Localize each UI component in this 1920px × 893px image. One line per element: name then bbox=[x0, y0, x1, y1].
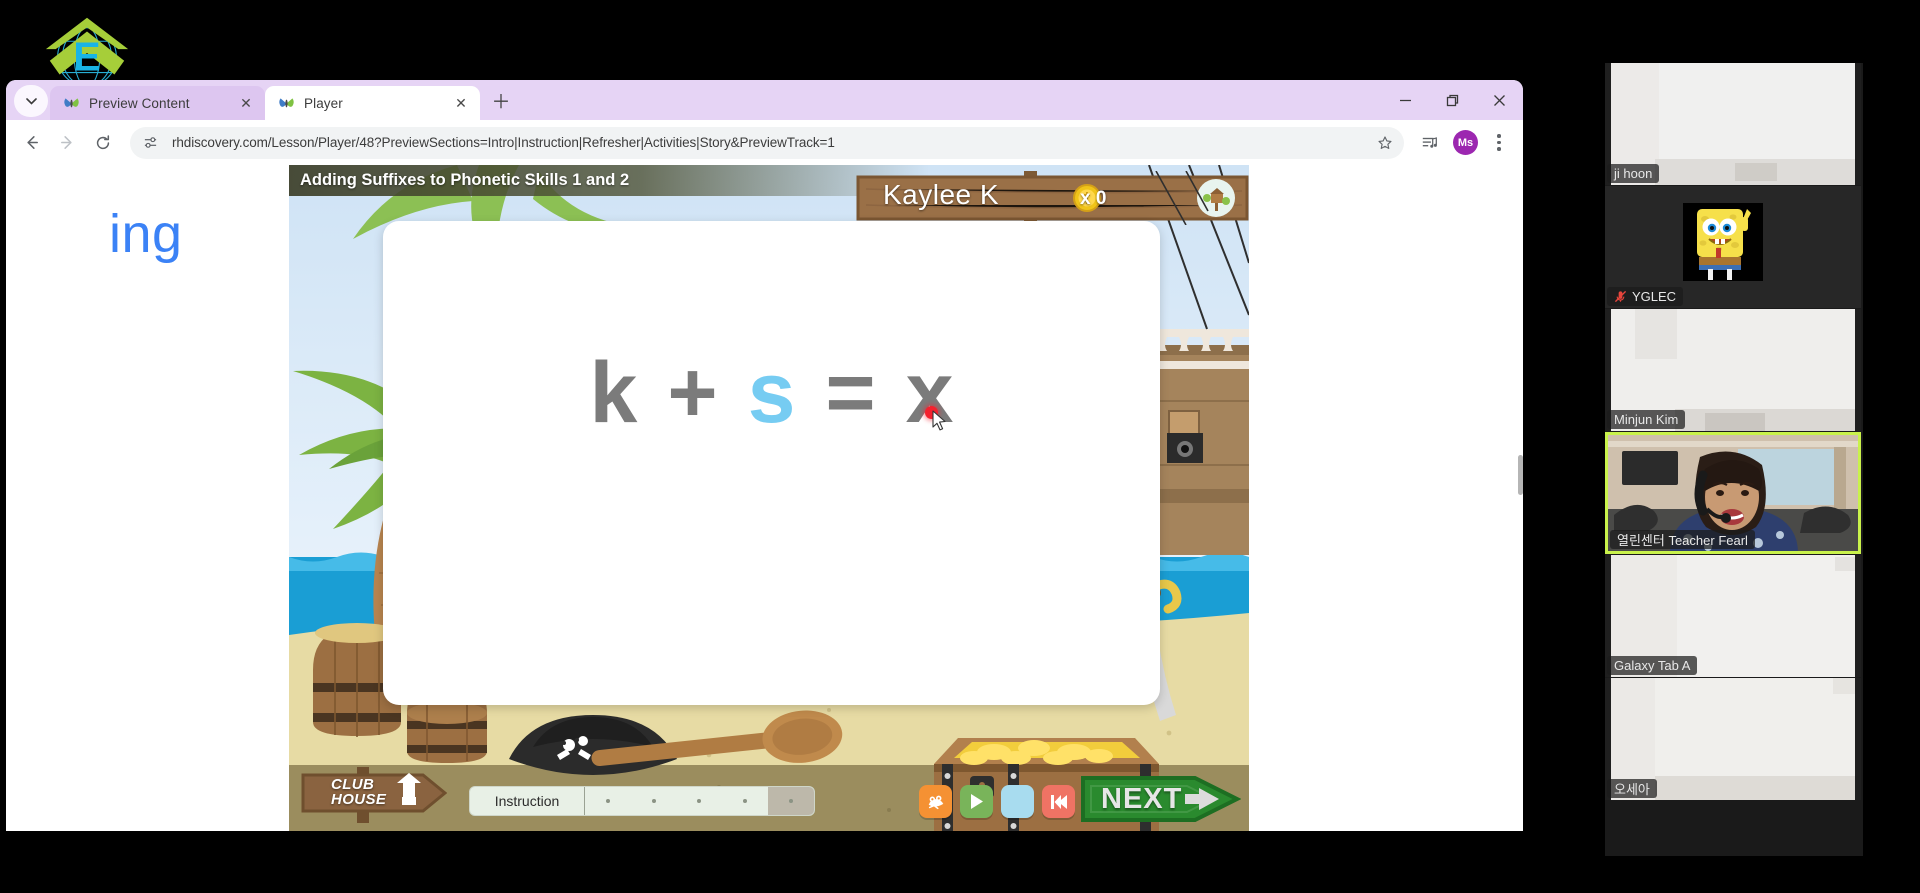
browser-window: Preview Content ✕ Player ✕ ＋ rhdiscovery… bbox=[6, 80, 1523, 831]
frog-mascot-icon bbox=[928, 795, 943, 809]
next-button[interactable]: NEXT bbox=[1081, 772, 1241, 826]
participant-name-bar: ji hoon bbox=[1607, 164, 1660, 183]
equation-equals-sign: = bbox=[825, 345, 876, 441]
blank-button[interactable] bbox=[1001, 785, 1034, 818]
participant-tile[interactable]: YGLEC bbox=[1605, 186, 1861, 308]
progress-step bbox=[677, 799, 723, 803]
tab-preview-content[interactable]: Preview Content ✕ bbox=[50, 86, 265, 120]
media-control-icon[interactable] bbox=[1414, 127, 1446, 159]
new-tab-icon[interactable]: ＋ bbox=[486, 87, 516, 117]
equation-plus-sign: + bbox=[667, 345, 718, 441]
page-scrollbar[interactable] bbox=[1518, 455, 1523, 495]
restore-icon[interactable] bbox=[1429, 80, 1476, 120]
progress-step bbox=[585, 799, 631, 803]
coin-count: x 0 bbox=[1080, 188, 1107, 209]
tab-search-chevron-icon[interactable] bbox=[14, 85, 48, 117]
progress-track bbox=[585, 787, 814, 815]
equation-row: k + s = x bbox=[383, 221, 1160, 705]
right-pane bbox=[1249, 165, 1523, 831]
browser-toolbar: rhdiscovery.com/Lesson/Player/48?Preview… bbox=[6, 120, 1523, 165]
play-icon bbox=[970, 794, 983, 809]
participant-tile[interactable]: Minjun Kim bbox=[1605, 309, 1861, 431]
clubhouse-line2: HOUSE bbox=[331, 791, 387, 809]
rewind-icon bbox=[1050, 794, 1067, 809]
butterfly-favicon-icon bbox=[63, 95, 80, 112]
tab-close-icon[interactable]: ✕ bbox=[237, 94, 255, 112]
tab-title: Preview Content bbox=[89, 95, 190, 111]
lesson-control-bar: CLUB HOUSE Instruction NEXT bbox=[289, 767, 1249, 831]
screen: E Preview Content ✕ Player ✕ ＋ rhdiscove… bbox=[0, 0, 1920, 893]
reload-button[interactable] bbox=[86, 126, 120, 160]
participant-name-bar: 오세아 bbox=[1607, 779, 1657, 798]
participant-name: ji hoon bbox=[1614, 166, 1653, 181]
equation-suffix-letter[interactable]: s bbox=[748, 350, 796, 436]
url-text[interactable]: rhdiscovery.com/Lesson/Player/48?Preview… bbox=[172, 135, 1363, 150]
svg-text:E: E bbox=[73, 34, 100, 80]
window-controls bbox=[1382, 80, 1523, 120]
page-viewport: ing Adding Suffixes to Phonetic Skills 1… bbox=[6, 165, 1523, 831]
site-settings-icon[interactable] bbox=[138, 130, 163, 155]
clubhouse-label: CLUB HOUSE bbox=[331, 777, 386, 808]
progress-step bbox=[722, 799, 768, 803]
participant-name: Galaxy Tab A bbox=[1614, 658, 1691, 673]
video-participants-rail: ji hoon YGLEC Minjun Kim 열린센터 Teacher Fe… bbox=[1605, 63, 1863, 856]
lesson-title-banner: Adding Suffixes to Phonetic Skills 1 and… bbox=[289, 165, 929, 196]
student-name-sign: Kaylee K x 0 bbox=[856, 171, 1249, 225]
participant-name: YGLEC bbox=[1632, 289, 1677, 304]
tab-close-icon[interactable]: ✕ bbox=[452, 94, 470, 112]
participant-tile-active-speaker[interactable]: 열린센터 Teacher Fearl bbox=[1605, 432, 1861, 554]
muted-microphone-icon bbox=[1614, 290, 1627, 303]
participant-name-bar: Galaxy Tab A bbox=[1607, 656, 1698, 675]
butterfly-favicon-icon bbox=[278, 95, 295, 112]
participant-name: Minjun Kim bbox=[1614, 412, 1679, 427]
minimize-icon[interactable] bbox=[1382, 80, 1429, 120]
profile-avatar[interactable]: Ms bbox=[1453, 130, 1478, 155]
tab-title: Player bbox=[304, 95, 343, 111]
tab-player[interactable]: Player ✕ bbox=[265, 86, 480, 120]
close-window-icon[interactable] bbox=[1476, 80, 1523, 120]
bookmark-star-icon[interactable] bbox=[1372, 130, 1398, 156]
participant-tile[interactable]: Galaxy Tab A bbox=[1605, 555, 1861, 677]
participant-tile[interactable]: 오세아 bbox=[1605, 678, 1861, 800]
forward-button[interactable] bbox=[50, 126, 84, 160]
progress-section-label: Instruction bbox=[470, 787, 585, 815]
participant-name: 열린센터 Teacher Fearl bbox=[1617, 533, 1748, 548]
participant-name-bar: YGLEC bbox=[1607, 287, 1684, 306]
play-button[interactable] bbox=[960, 785, 993, 818]
tab-strip: Preview Content ✕ Player ✕ ＋ bbox=[6, 80, 1523, 120]
mouse-cursor-icon bbox=[932, 410, 948, 432]
participant-name-bar: Minjun Kim bbox=[1607, 410, 1686, 429]
spongebob-avatar-icon bbox=[1683, 203, 1763, 281]
left-pane: ing bbox=[6, 165, 289, 831]
equation-result-wrap[interactable]: x bbox=[906, 350, 954, 436]
three-dot-menu-icon[interactable] bbox=[1485, 127, 1513, 159]
next-label: NEXT bbox=[1101, 783, 1183, 815]
lesson-progress-bar: Instruction bbox=[469, 786, 815, 816]
progress-step bbox=[631, 799, 677, 803]
mascot-button[interactable] bbox=[919, 785, 952, 818]
lesson-title: Adding Suffixes to Phonetic Skills 1 and… bbox=[300, 171, 630, 189]
back-button[interactable] bbox=[14, 126, 48, 160]
address-bar[interactable]: rhdiscovery.com/Lesson/Player/48?Preview… bbox=[130, 126, 1404, 159]
suffix-word-ing: ing bbox=[109, 204, 183, 264]
clubhouse-button[interactable]: CLUB HOUSE bbox=[301, 767, 447, 823]
equation-base-letter[interactable]: k bbox=[590, 350, 638, 436]
progress-step-pending bbox=[768, 787, 814, 815]
participant-name: 오세아 bbox=[1614, 782, 1650, 797]
lesson-content-card: k + s = x bbox=[383, 221, 1160, 705]
student-name: Kaylee K bbox=[883, 179, 1000, 210]
lesson-stage: Adding Suffixes to Phonetic Skills 1 and… bbox=[289, 165, 1249, 831]
participant-tile[interactable]: ji hoon bbox=[1605, 63, 1861, 185]
rewind-button[interactable] bbox=[1042, 785, 1075, 818]
participant-name-bar: 열린센터 Teacher Fearl bbox=[1610, 530, 1755, 549]
